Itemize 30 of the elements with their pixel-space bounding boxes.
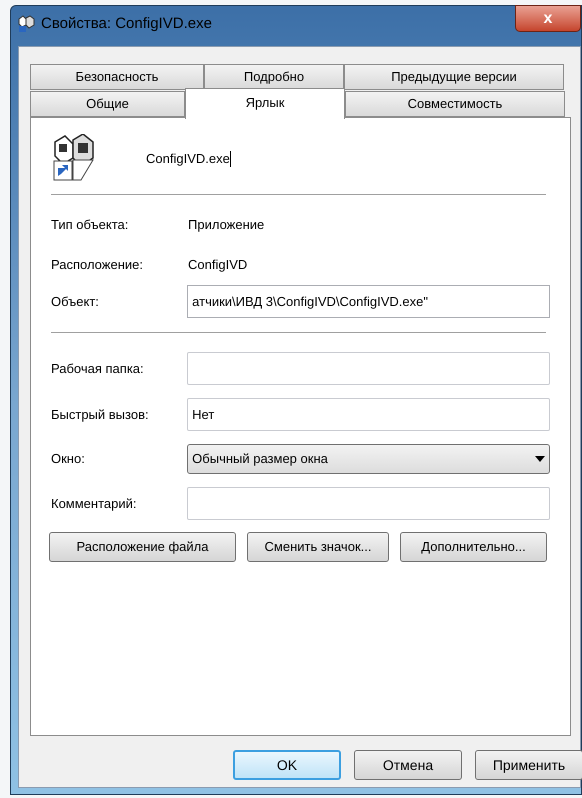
name-field[interactable]: ConfigIVD.exe xyxy=(146,149,231,169)
window-icon xyxy=(17,15,35,34)
property-value: Приложение xyxy=(188,216,264,234)
action-button[interactable]: Расположение файла xyxy=(49,532,236,562)
tab[interactable]: Подробно xyxy=(204,64,344,90)
tab[interactable]: Безопасность xyxy=(30,64,204,90)
input-field[interactable] xyxy=(187,352,550,385)
property-label: Расположение: xyxy=(51,256,144,274)
dialog-button[interactable]: OK xyxy=(233,750,341,780)
field-label: Рабочая папка: xyxy=(51,360,145,378)
target-field[interactable]: атчики\ИВД 3\ConfigIVD\ConfigIVD.exe" xyxy=(187,285,550,318)
action-button[interactable]: Дополнительно... xyxy=(400,532,547,562)
tab[interactable]: Совместимость xyxy=(345,91,565,117)
input-field[interactable]: Нет xyxy=(187,398,550,431)
tab[interactable]: Ярлык xyxy=(185,88,345,119)
window-title: Свойства: ConfigIVD.exe xyxy=(41,14,212,34)
action-button[interactable]: Сменить значок... xyxy=(247,532,389,562)
field-label: Комментарий: xyxy=(51,494,138,513)
field-label: Быстрый вызов: xyxy=(51,406,150,424)
field-label: Окно: xyxy=(51,450,86,468)
property-label: Тип объекта: xyxy=(51,216,130,234)
tab[interactable]: Общие xyxy=(30,91,185,117)
window-size-dropdown[interactable]: Обычный размер окна xyxy=(187,444,550,474)
property-value: ConfigIVD xyxy=(188,256,248,274)
tab[interactable]: Предыдущие версии xyxy=(344,64,564,90)
input-field[interactable] xyxy=(187,487,550,520)
dropdown-arrow-icon xyxy=(535,456,545,462)
dialog-button[interactable]: Применить xyxy=(475,750,582,780)
dialog-button[interactable]: Отмена xyxy=(354,750,462,780)
field-label: Объект: xyxy=(51,292,100,311)
